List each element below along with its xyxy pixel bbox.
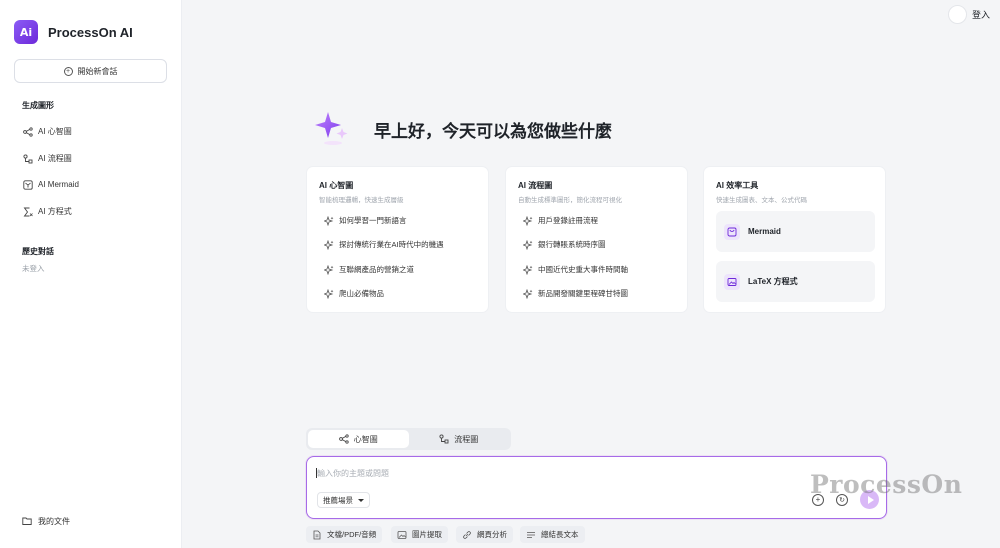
sidebar-item-mindmap[interactable]: AI 心智圖 [22,126,72,137]
suggestion-label: 中國近代史重大事件時間軸 [538,265,628,274]
caret-down-icon [358,498,364,502]
suggestion-item[interactable]: 用戶登錄註冊流程 [523,215,598,226]
processon-watermark: ProcessOn [810,470,963,499]
sidebar-item-equation[interactable]: AI 方程式 [22,206,72,217]
suggestion-item[interactable]: 新品開發關鍵里程碑甘特圖 [523,288,628,299]
flowchart-icon [22,153,33,164]
suggestion-item[interactable]: 探討傳統行業在AI時代中的機遇 [324,239,444,250]
plus-circle-icon: + [63,66,73,76]
new-chat-label: 開始新會話 [77,66,118,76]
suggestion-label: 用戶登錄註冊流程 [538,216,598,225]
image-icon [397,530,407,540]
sparkle-icon [314,110,352,148]
efficiency-tools-card: AI 效率工具 快速生成圖表、文本、公式代碼 Mermaid LaTeX 方程式 [703,166,886,313]
mermaid-tool-button[interactable]: Mermaid [716,211,875,252]
tool-label: LaTeX 方程式 [748,277,798,286]
sidebar-item-label: AI 流程圖 [38,154,72,163]
link-icon [462,530,472,540]
greeting: 早上好，今天可以為您做些什麼 [314,110,612,148]
suggestion-item[interactable]: 互聯網產品的營銷之道 [324,264,414,275]
tab-label: 流程圖 [454,434,479,444]
latex-tool-button[interactable]: LaTeX 方程式 [716,261,875,302]
greeting-text: 早上好，今天可以為您做些什麼 [374,121,612,142]
image-formula-icon [724,273,740,290]
history-section-title: 歷史對話 [22,247,54,256]
my-files-label: 我的文件 [38,517,70,526]
sparkle-small-icon [324,215,334,226]
flowchart-card: AI 流程圖 自動生成標準圖形，簡化流程可視化 用戶登錄註冊流程 銀行轉賬系統時… [505,166,688,313]
suggestion-label: 如何學習一門新語言 [339,216,407,225]
suggestion-label: 銀行轉賬系統時序圖 [538,240,606,249]
sidebar-item-label: AI 方程式 [38,207,72,216]
suggestion-label: 互聯網產品的營銷之道 [339,265,414,274]
equation-icon [22,206,33,217]
suggestion-item[interactable]: 如何學習一門新語言 [324,215,407,226]
card-subtitle: 自動生成標準圖形，簡化流程可視化 [518,197,622,204]
card-subtitle: 智能梳理邏輯，快速生成層級 [319,197,404,204]
sparkle-small-icon [523,239,533,250]
sparkle-small-icon [324,288,334,299]
tool-label: Mermaid [748,227,781,236]
sparkle-small-icon [324,264,334,275]
my-files-link[interactable]: 我的文件 [22,516,70,527]
mermaid-icon [724,223,740,240]
sidebar: Ai ProcessOn AI + 開始新會話 生成圖形 AI 心智圖 AI 流… [0,0,182,548]
tab-mindmap[interactable]: 心智圖 [308,430,409,448]
suggestion-item[interactable]: 銀行轉賬系統時序圖 [523,239,606,250]
prompt-box: 推薦場景 + ↻ [306,456,887,519]
sparkle-small-icon [523,264,533,275]
prompt-input[interactable] [317,465,797,481]
scene-dropdown[interactable]: 推薦場景 [317,492,370,508]
tab-flowchart[interactable]: 流程圖 [409,430,510,448]
brand-name: ProcessOn AI [48,24,133,40]
sidebar-item-label: AI Mermaid [38,180,79,189]
sparkle-small-icon [324,239,334,250]
new-chat-button[interactable]: + 開始新會話 [14,59,167,83]
processon-ai-logo-icon: Ai [14,20,38,44]
chip-label: 總結長文本 [541,530,579,539]
chip-summarize[interactable]: 總結長文本 [520,526,585,543]
login-button[interactable]: 登入 [947,5,990,24]
generate-section-title: 生成圖形 [22,101,54,110]
suggestion-item[interactable]: 中國近代史重大事件時間軸 [523,264,628,275]
mindmap-card: AI 心智圖 智能梳理邏輯，快速生成層級 如何學習一門新語言 探討傳統行業在AI… [306,166,489,313]
flowchart-icon [439,434,449,444]
card-subtitle: 快速生成圖表、文本、公式代碼 [716,197,807,204]
chip-label: 文檔/PDF/音頻 [327,530,377,539]
chip-label: 網頁分析 [477,530,507,539]
mode-tabs: 心智圖 流程圖 [306,428,511,450]
suggestion-label: 新品開發關鍵里程碑甘特圖 [538,289,628,298]
chip-image-extract[interactable]: 圖片提取 [391,526,448,543]
suggestion-label: 探討傳統行業在AI時代中的機遇 [339,240,444,249]
login-label: 登入 [971,10,990,20]
tab-label: 心智圖 [353,434,378,444]
sparkle-small-icon [523,288,533,299]
document-icon [312,530,322,540]
brand[interactable]: Ai ProcessOn AI [14,20,133,44]
mindmap-icon [22,126,33,137]
avatar [947,5,967,24]
folder-icon [22,516,33,527]
sparkle-small-icon [523,215,533,226]
mermaid-icon [22,179,33,190]
text-lines-icon [526,530,536,540]
chip-web-analysis[interactable]: 網頁分析 [456,526,513,543]
card-title: AI 流程圖 [518,181,553,190]
card-title: AI 心智圖 [319,181,354,190]
sidebar-item-label: AI 心智圖 [38,127,72,136]
suggestion-label: 爬山必備物品 [339,289,384,298]
mindmap-icon [338,434,349,444]
scene-label: 推薦場景 [323,495,353,505]
history-empty-text: 未登入 [22,264,45,273]
suggestion-item[interactable]: 爬山必備物品 [324,288,384,299]
sidebar-item-mermaid[interactable]: AI Mermaid [22,179,79,190]
sidebar-item-flowchart[interactable]: AI 流程圖 [22,153,72,164]
chip-label: 圖片提取 [412,530,442,539]
chip-document[interactable]: 文檔/PDF/音頻 [306,526,383,543]
card-title: AI 效率工具 [716,181,759,190]
